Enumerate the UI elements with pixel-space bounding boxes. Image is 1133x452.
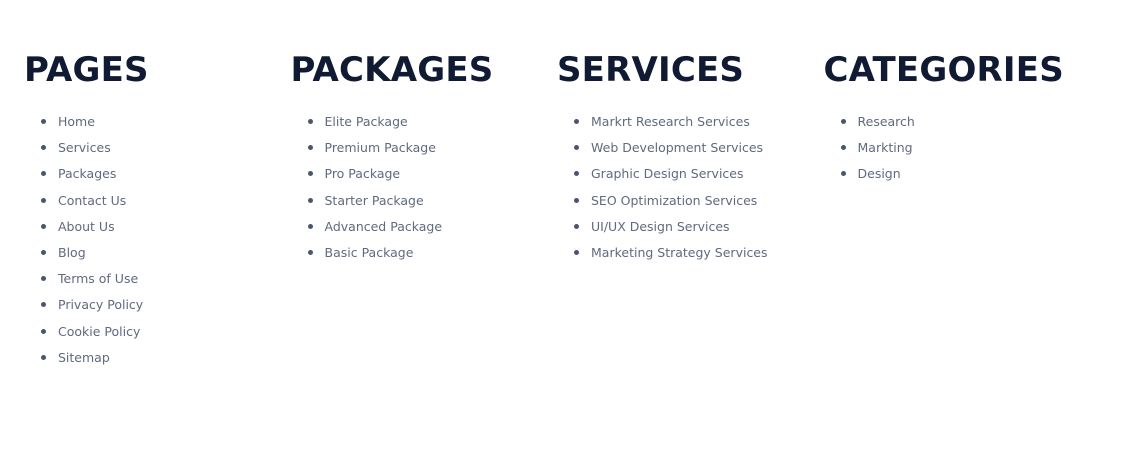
- link-label[interactable]: Markrt Research Services: [591, 114, 750, 129]
- bullet-icon: [41, 276, 46, 282]
- bullet-icon: [840, 145, 846, 151]
- pages-column: PAGES Home Services Packages Contact Us …: [24, 50, 291, 374]
- pages-link-about-us[interactable]: About Us: [24, 217, 291, 243]
- pages-link-sitemap[interactable]: Sitemap: [24, 348, 291, 374]
- link-label[interactable]: Graphic Design Services: [591, 166, 744, 181]
- categories-column: CATEGORIES Research Markting Design: [824, 50, 1091, 374]
- services-heading: SERVICES: [557, 50, 745, 90]
- pages-link-blog[interactable]: Blog: [24, 243, 291, 269]
- bullet-icon: [574, 223, 579, 229]
- packages-heading: PACKAGES: [290, 50, 494, 90]
- bullet-icon: [840, 119, 846, 124]
- services-link-marketing-strategy[interactable]: Marketing Strategy Services: [557, 243, 824, 269]
- bullet-icon: [41, 145, 46, 151]
- pages-link-home[interactable]: Home: [24, 112, 291, 138]
- packages-column: PACKAGES Elite Package Premium Package P…: [291, 50, 558, 374]
- services-link-web-development[interactable]: Web Development Services: [557, 138, 824, 164]
- services-list: Markrt Research Services Web Development…: [557, 112, 824, 269]
- pages-link-packages[interactable]: Packages: [24, 164, 291, 190]
- bullet-icon: [307, 223, 313, 229]
- bullet-icon: [41, 249, 46, 255]
- link-label[interactable]: Marketing Strategy Services: [591, 245, 768, 260]
- link-label[interactable]: About Us: [58, 219, 115, 234]
- categories-heading: CATEGORIES: [823, 50, 1064, 90]
- services-link-market-research[interactable]: Markrt Research Services: [557, 112, 824, 138]
- link-label[interactable]: Web Development Services: [591, 140, 763, 155]
- link-label[interactable]: Premium Package: [325, 140, 436, 155]
- bullet-icon: [574, 197, 579, 203]
- link-label[interactable]: Pro Package: [325, 166, 401, 181]
- categories-list: Research Markting Design: [824, 112, 1091, 191]
- bullet-icon: [307, 145, 313, 151]
- bullet-icon: [41, 171, 46, 177]
- link-label[interactable]: Markting: [858, 140, 913, 155]
- link-label[interactable]: UI/UX Design Services: [591, 219, 730, 234]
- services-link-graphic-design[interactable]: Graphic Design Services: [557, 164, 824, 190]
- packages-list: Elite Package Premium Package Pro Packag…: [291, 112, 558, 269]
- bullet-icon: [574, 119, 579, 124]
- pages-link-contact-us[interactable]: Contact Us: [24, 191, 291, 217]
- services-link-seo-optimization[interactable]: SEO Optimization Services: [557, 191, 824, 217]
- bullet-icon: [307, 197, 313, 203]
- categories-link-research[interactable]: Research: [824, 112, 1091, 138]
- link-label[interactable]: Elite Package: [325, 114, 408, 129]
- link-label[interactable]: Design: [858, 166, 901, 181]
- bullet-icon: [574, 171, 579, 177]
- bullet-icon: [41, 197, 46, 203]
- bullet-icon: [574, 145, 579, 151]
- bullet-icon: [307, 119, 313, 124]
- link-label[interactable]: Advanced Package: [325, 219, 443, 234]
- pages-heading: PAGES: [24, 50, 149, 90]
- categories-link-marketing[interactable]: Markting: [824, 138, 1091, 164]
- link-label[interactable]: SEO Optimization Services: [591, 193, 757, 208]
- pages-link-privacy-policy[interactable]: Privacy Policy: [24, 295, 291, 321]
- link-label[interactable]: Sitemap: [58, 350, 110, 365]
- link-label[interactable]: Blog: [58, 245, 86, 260]
- bullet-icon: [41, 328, 46, 334]
- bullet-icon: [574, 249, 579, 255]
- pages-link-terms-of-use[interactable]: Terms of Use: [24, 269, 291, 295]
- services-link-ui-ux-design[interactable]: UI/UX Design Services: [557, 217, 824, 243]
- link-label[interactable]: Services: [58, 140, 111, 155]
- bullet-icon: [840, 171, 846, 177]
- packages-link-premium[interactable]: Premium Package: [291, 138, 558, 164]
- bullet-icon: [41, 119, 46, 124]
- link-label[interactable]: Starter Package: [325, 193, 424, 208]
- bullet-icon: [307, 249, 313, 255]
- packages-link-starter[interactable]: Starter Package: [291, 191, 558, 217]
- bullet-icon: [41, 223, 46, 229]
- link-label[interactable]: Contact Us: [58, 193, 126, 208]
- pages-list: Home Services Packages Contact Us About …: [24, 112, 291, 374]
- link-label[interactable]: Terms of Use: [58, 271, 138, 286]
- packages-link-pro[interactable]: Pro Package: [291, 164, 558, 190]
- footer-link-columns: PAGES Home Services Packages Contact Us …: [24, 50, 1090, 374]
- pages-link-cookie-policy[interactable]: Cookie Policy: [24, 322, 291, 348]
- link-label[interactable]: Basic Package: [325, 245, 414, 260]
- link-label[interactable]: Packages: [58, 166, 116, 181]
- bullet-icon: [307, 171, 313, 177]
- link-label[interactable]: Privacy Policy: [58, 297, 143, 312]
- categories-link-design[interactable]: Design: [824, 164, 1091, 190]
- packages-link-elite[interactable]: Elite Package: [291, 112, 558, 138]
- link-label[interactable]: Home: [58, 114, 95, 129]
- services-column: SERVICES Markrt Research Services Web De…: [557, 50, 824, 374]
- packages-link-basic[interactable]: Basic Package: [291, 243, 558, 269]
- pages-link-services[interactable]: Services: [24, 138, 291, 164]
- packages-link-advanced[interactable]: Advanced Package: [291, 217, 558, 243]
- link-label[interactable]: Cookie Policy: [58, 324, 140, 339]
- bullet-icon: [41, 302, 46, 308]
- link-label[interactable]: Research: [858, 114, 915, 129]
- bullet-icon: [41, 354, 46, 360]
